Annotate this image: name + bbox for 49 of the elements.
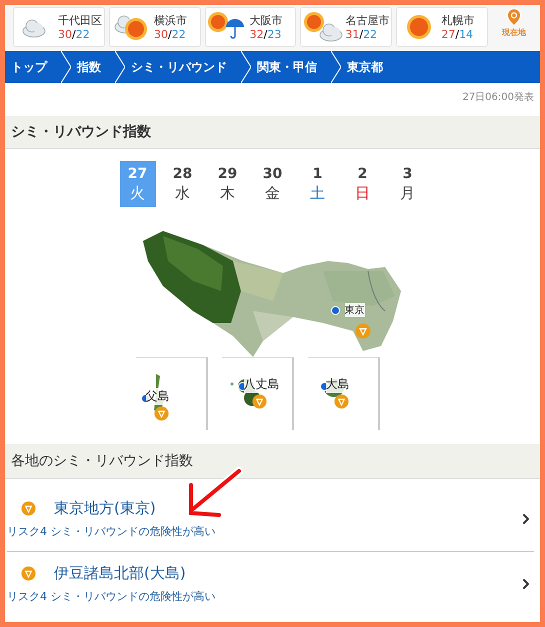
temperature: 31/22: [345, 28, 378, 41]
weather-card[interactable]: 札幌市 27/14: [396, 7, 488, 47]
section-heading: シミ・リバウンド指数: [5, 116, 540, 149]
region-name: 東京地方(東京): [54, 499, 156, 518]
risk-description: リスク4 シミ・リバウンドの危険性が高い: [7, 589, 216, 604]
weather-card[interactable]: 千代田区 30/22: [13, 7, 105, 47]
breadcrumb-link[interactable]: 関東・甲信: [251, 51, 331, 83]
breadcrumb-link[interactable]: 東京都: [341, 51, 397, 83]
publish-time: 27日06:00発表: [461, 90, 535, 105]
risk-icon: [154, 406, 168, 421]
risk-icon: [354, 323, 370, 339]
risk-icon: [252, 394, 266, 409]
risk-icon: [334, 394, 348, 409]
region-row[interactable]: 東京地方(東京) リスク4 シミ・リバウンドの危険性が高い: [7, 479, 534, 552]
temperature: 32/23: [250, 28, 282, 41]
day-tab[interactable]: 1 土: [300, 161, 336, 207]
city-name: 千代田区: [58, 13, 102, 28]
day-tab[interactable]: 29 木: [210, 161, 246, 207]
breadcrumb-link[interactable]: シミ・リバウンド: [125, 51, 241, 83]
risk-icon: [21, 501, 36, 516]
island-map-card[interactable]: 大島: [308, 357, 380, 430]
island-map-card[interactable]: 父島: [136, 357, 208, 430]
temperature: 30/22: [58, 28, 91, 41]
region-name: 伊豆諸島北部(大島): [54, 564, 186, 583]
map-label: 大島: [326, 376, 350, 393]
breadcrumb-link[interactable]: 指数: [71, 51, 115, 83]
section-heading: 各地のシミ・リバウンド指数: [5, 444, 540, 479]
weather-card[interactable]: 大阪市 32/23: [204, 7, 296, 47]
day-tab[interactable]: 30 金: [254, 161, 290, 207]
risk-icon: [21, 566, 36, 581]
weather-card[interactable]: 横浜市 30/22: [109, 7, 201, 47]
day-tab[interactable]: 2 日: [344, 161, 380, 207]
temperature: 30/22: [154, 28, 187, 41]
map-label: 八丈島: [244, 376, 280, 393]
city-name: 名古屋市: [345, 13, 390, 28]
day-tab[interactable]: 3 月: [390, 161, 426, 207]
breadcrumb-link[interactable]: トップ: [5, 51, 61, 83]
weather-card[interactable]: 名古屋市 31/22: [300, 7, 392, 47]
island-map-card[interactable]: 八丈島: [222, 357, 294, 430]
map-label: 父島: [146, 388, 170, 405]
risk-description: リスク4 シミ・リバウンドの危険性が高い: [7, 524, 216, 539]
day-tab[interactable]: 28 水: [164, 161, 200, 207]
city-name: 札幌市: [441, 13, 474, 28]
weather-icon: [303, 11, 344, 43]
region-row[interactable]: 伊豆諸島北部(大島) リスク4 シミ・リバウンドの危険性が高い: [7, 552, 534, 610]
city-name: 大阪市: [250, 13, 283, 28]
map-label: 東京: [344, 303, 364, 317]
temperature: 27/14: [441, 28, 474, 41]
city-name: 横浜市: [154, 13, 187, 28]
